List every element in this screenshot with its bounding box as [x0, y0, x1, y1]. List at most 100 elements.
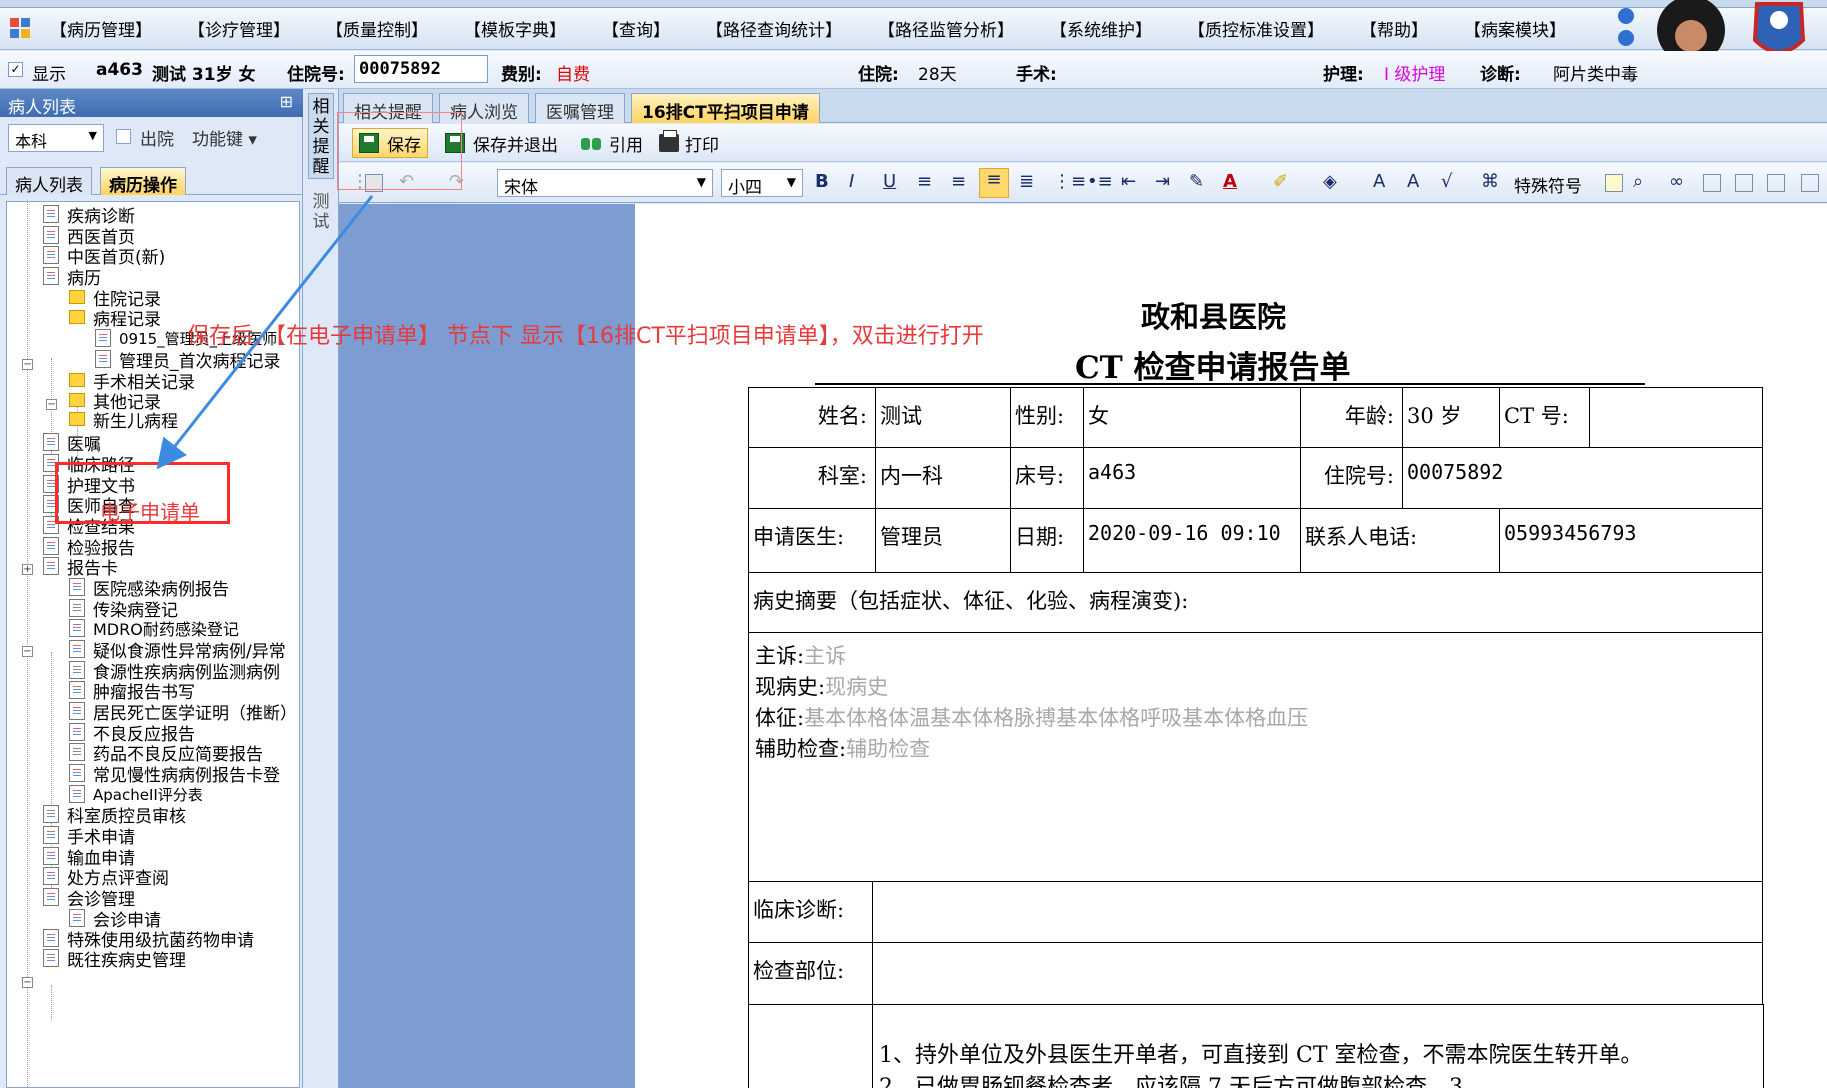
menu-quality-control[interactable]: 【质量控制】: [326, 16, 428, 41]
insert-icon[interactable]: [1767, 174, 1785, 192]
font-size-select[interactable]: 小四 ▼: [721, 169, 803, 198]
title-underline: [815, 383, 1645, 385]
title-bar: [0, 0, 1827, 8]
ct-number-value[interactable]: [1589, 387, 1763, 448]
more-icon[interactable]: [1801, 174, 1819, 192]
name-value[interactable]: 测试: [875, 387, 1011, 448]
bed-value[interactable]: a463: [1083, 447, 1301, 509]
left-panel: 病人列表 ⊞ 本科 ▼ 出院 功能键 ▾ 病人列表 病历操作 − − + − −…: [0, 89, 303, 1088]
exam-part-value[interactable]: [872, 942, 1763, 1005]
folder-icon: [69, 373, 85, 387]
tree-item[interactable]: 既往疾病史管理: [43, 946, 186, 971]
complaint-label: 主诉:: [755, 644, 805, 668]
outdent-icon[interactable]: ⇤: [1121, 171, 1136, 195]
tree-item[interactable]: 新生儿病程: [69, 407, 178, 432]
document-icon: [43, 226, 59, 244]
department-value[interactable]: 内一科: [875, 447, 1011, 509]
inpatient-label: 住院号:: [287, 65, 345, 85]
stay-label: 住院:: [858, 65, 899, 85]
date-value[interactable]: 2020-09-16 09:10: [1083, 508, 1301, 573]
tab-related-reminders[interactable]: 相关提醒: [308, 93, 334, 179]
menu-system[interactable]: 【系统维护】: [1050, 16, 1152, 41]
menu-medical-records[interactable]: 【病历管理】: [50, 16, 152, 41]
align-right-icon[interactable]: ≡: [979, 168, 1009, 198]
italic-icon[interactable]: I: [849, 171, 854, 195]
patient-info-bar: ✓ 显示 a463 测试 31岁 女 住院号: 00075892 费别: 自费 …: [0, 51, 1827, 89]
menu-query[interactable]: 【查询】: [602, 16, 670, 41]
tab-patient-list[interactable]: 病人列表: [6, 167, 92, 196]
scroll-down-icon[interactable]: [1618, 30, 1634, 46]
collapse-icon[interactable]: −: [46, 399, 57, 410]
present-illness-placeholder[interactable]: 现病史: [825, 675, 888, 699]
binoculars-icon[interactable]: ∞: [1669, 171, 1684, 195]
inpatient-no-value[interactable]: 00075892: [1402, 447, 1763, 509]
surgery-label: 手术:: [1016, 65, 1057, 85]
search-icon[interactable]: ⌕: [1633, 171, 1643, 195]
clinical-diagnosis-value[interactable]: [872, 881, 1763, 943]
discharge-checkbox[interactable]: [116, 129, 131, 144]
note-icon[interactable]: [1605, 174, 1623, 192]
pin-icon[interactable]: ⊞: [280, 92, 293, 111]
tab-orders[interactable]: 医嘱管理: [535, 93, 625, 123]
menu-path-analysis[interactable]: 【路径监管分析】: [878, 16, 1014, 41]
tab-ct-request[interactable]: 16排CT平扫项目申请: [631, 93, 820, 123]
print-button[interactable]: 打印: [653, 128, 725, 158]
highlight-icon[interactable]: ✐: [1273, 171, 1288, 195]
menu-diagnosis[interactable]: 【诊疗管理】: [188, 16, 290, 41]
font-color-icon[interactable]: A: [1223, 171, 1237, 195]
menu-case-module[interactable]: 【病案模块】: [1464, 16, 1566, 41]
font-grow-icon[interactable]: A: [1373, 171, 1385, 195]
expand-icon[interactable]: +: [22, 564, 33, 575]
collapse-icon[interactable]: −: [22, 359, 33, 370]
checklist-icon: [43, 537, 59, 555]
inpatient-number-field[interactable]: 00075892: [354, 55, 488, 83]
sex-value[interactable]: 女: [1083, 387, 1301, 448]
signs-placeholder[interactable]: 基本体格体温基本体格脉搏基本体格呼吸基本体格血压: [804, 706, 1308, 730]
folder-icon: [69, 393, 85, 407]
menu-templates[interactable]: 【模板字典】: [464, 16, 566, 41]
doctor-value[interactable]: 管理员: [875, 508, 1011, 573]
tab-record-operations[interactable]: 病历操作: [100, 167, 186, 196]
numbered-list-icon[interactable]: ⋮≡: [1053, 171, 1086, 195]
show-checkbox[interactable]: ✓: [8, 62, 23, 77]
superscript-icon[interactable]: √: [1441, 171, 1452, 195]
format-painter-icon[interactable]: ✎: [1189, 171, 1204, 195]
collapse-icon[interactable]: −: [22, 977, 33, 988]
history-body[interactable]: 主诉:主诉 现病史:现病史 体征:基本体格体温基本体格脉搏基本体格呼吸基本体格血…: [748, 632, 1763, 882]
fill-color-icon[interactable]: ◈: [1323, 171, 1337, 195]
page-setup-icon[interactable]: [1735, 174, 1753, 192]
special-symbol-icon[interactable]: ⌘: [1481, 171, 1499, 195]
special-symbol-button[interactable]: 特殊符号: [1514, 172, 1582, 197]
menu-path-stats[interactable]: 【路径查询统计】: [706, 16, 842, 41]
document-tabs: 相关提醒 病人浏览 医嘱管理 16排CT平扫项目申请: [339, 89, 1827, 123]
menu-qc-settings[interactable]: 【质控标准设置】: [1188, 16, 1324, 41]
table-icon[interactable]: [1703, 174, 1721, 192]
department-select[interactable]: 本科 ▼: [8, 124, 104, 152]
align-left-icon[interactable]: ≡: [917, 171, 932, 195]
underline-icon[interactable]: U: [883, 171, 896, 195]
collapse-icon[interactable]: −: [22, 646, 33, 657]
chevron-down-icon: ▼: [88, 129, 97, 142]
font-shrink-icon[interactable]: A: [1407, 171, 1419, 195]
reference-button[interactable]: 引用: [575, 128, 649, 158]
age-value[interactable]: 30 岁: [1402, 387, 1500, 448]
justify-icon[interactable]: ≣: [1019, 171, 1034, 195]
phone-value[interactable]: 05993456793: [1499, 508, 1763, 573]
tab-test[interactable]: 测试: [308, 189, 334, 235]
hospital-name: 政和县医院: [1141, 300, 1287, 334]
align-center-icon[interactable]: ≡: [951, 171, 966, 195]
aux-exam-placeholder[interactable]: 辅助检查: [846, 737, 930, 761]
bullet-list-icon[interactable]: •≡: [1087, 171, 1113, 195]
indent-icon[interactable]: ⇥: [1155, 171, 1170, 195]
annotation-text: 保存后，【在电子申请单】 节点下 显示【16排CT平扫项目申请单】，双击进行打开: [187, 324, 984, 349]
complaint-placeholder[interactable]: 主诉: [804, 644, 846, 668]
scroll-up-icon[interactable]: [1618, 8, 1634, 24]
globe-icon: [69, 681, 85, 699]
font-family-select[interactable]: 宋体 ▼: [497, 169, 713, 198]
folder-icon: [69, 290, 85, 304]
menu-help[interactable]: 【帮助】: [1360, 16, 1428, 41]
function-key-menu[interactable]: 功能键 ▾: [192, 125, 257, 150]
bold-icon[interactable]: B: [815, 171, 829, 195]
form-title: CT 检查申请报告单: [1075, 350, 1351, 386]
blood-bag-icon: [43, 847, 59, 865]
